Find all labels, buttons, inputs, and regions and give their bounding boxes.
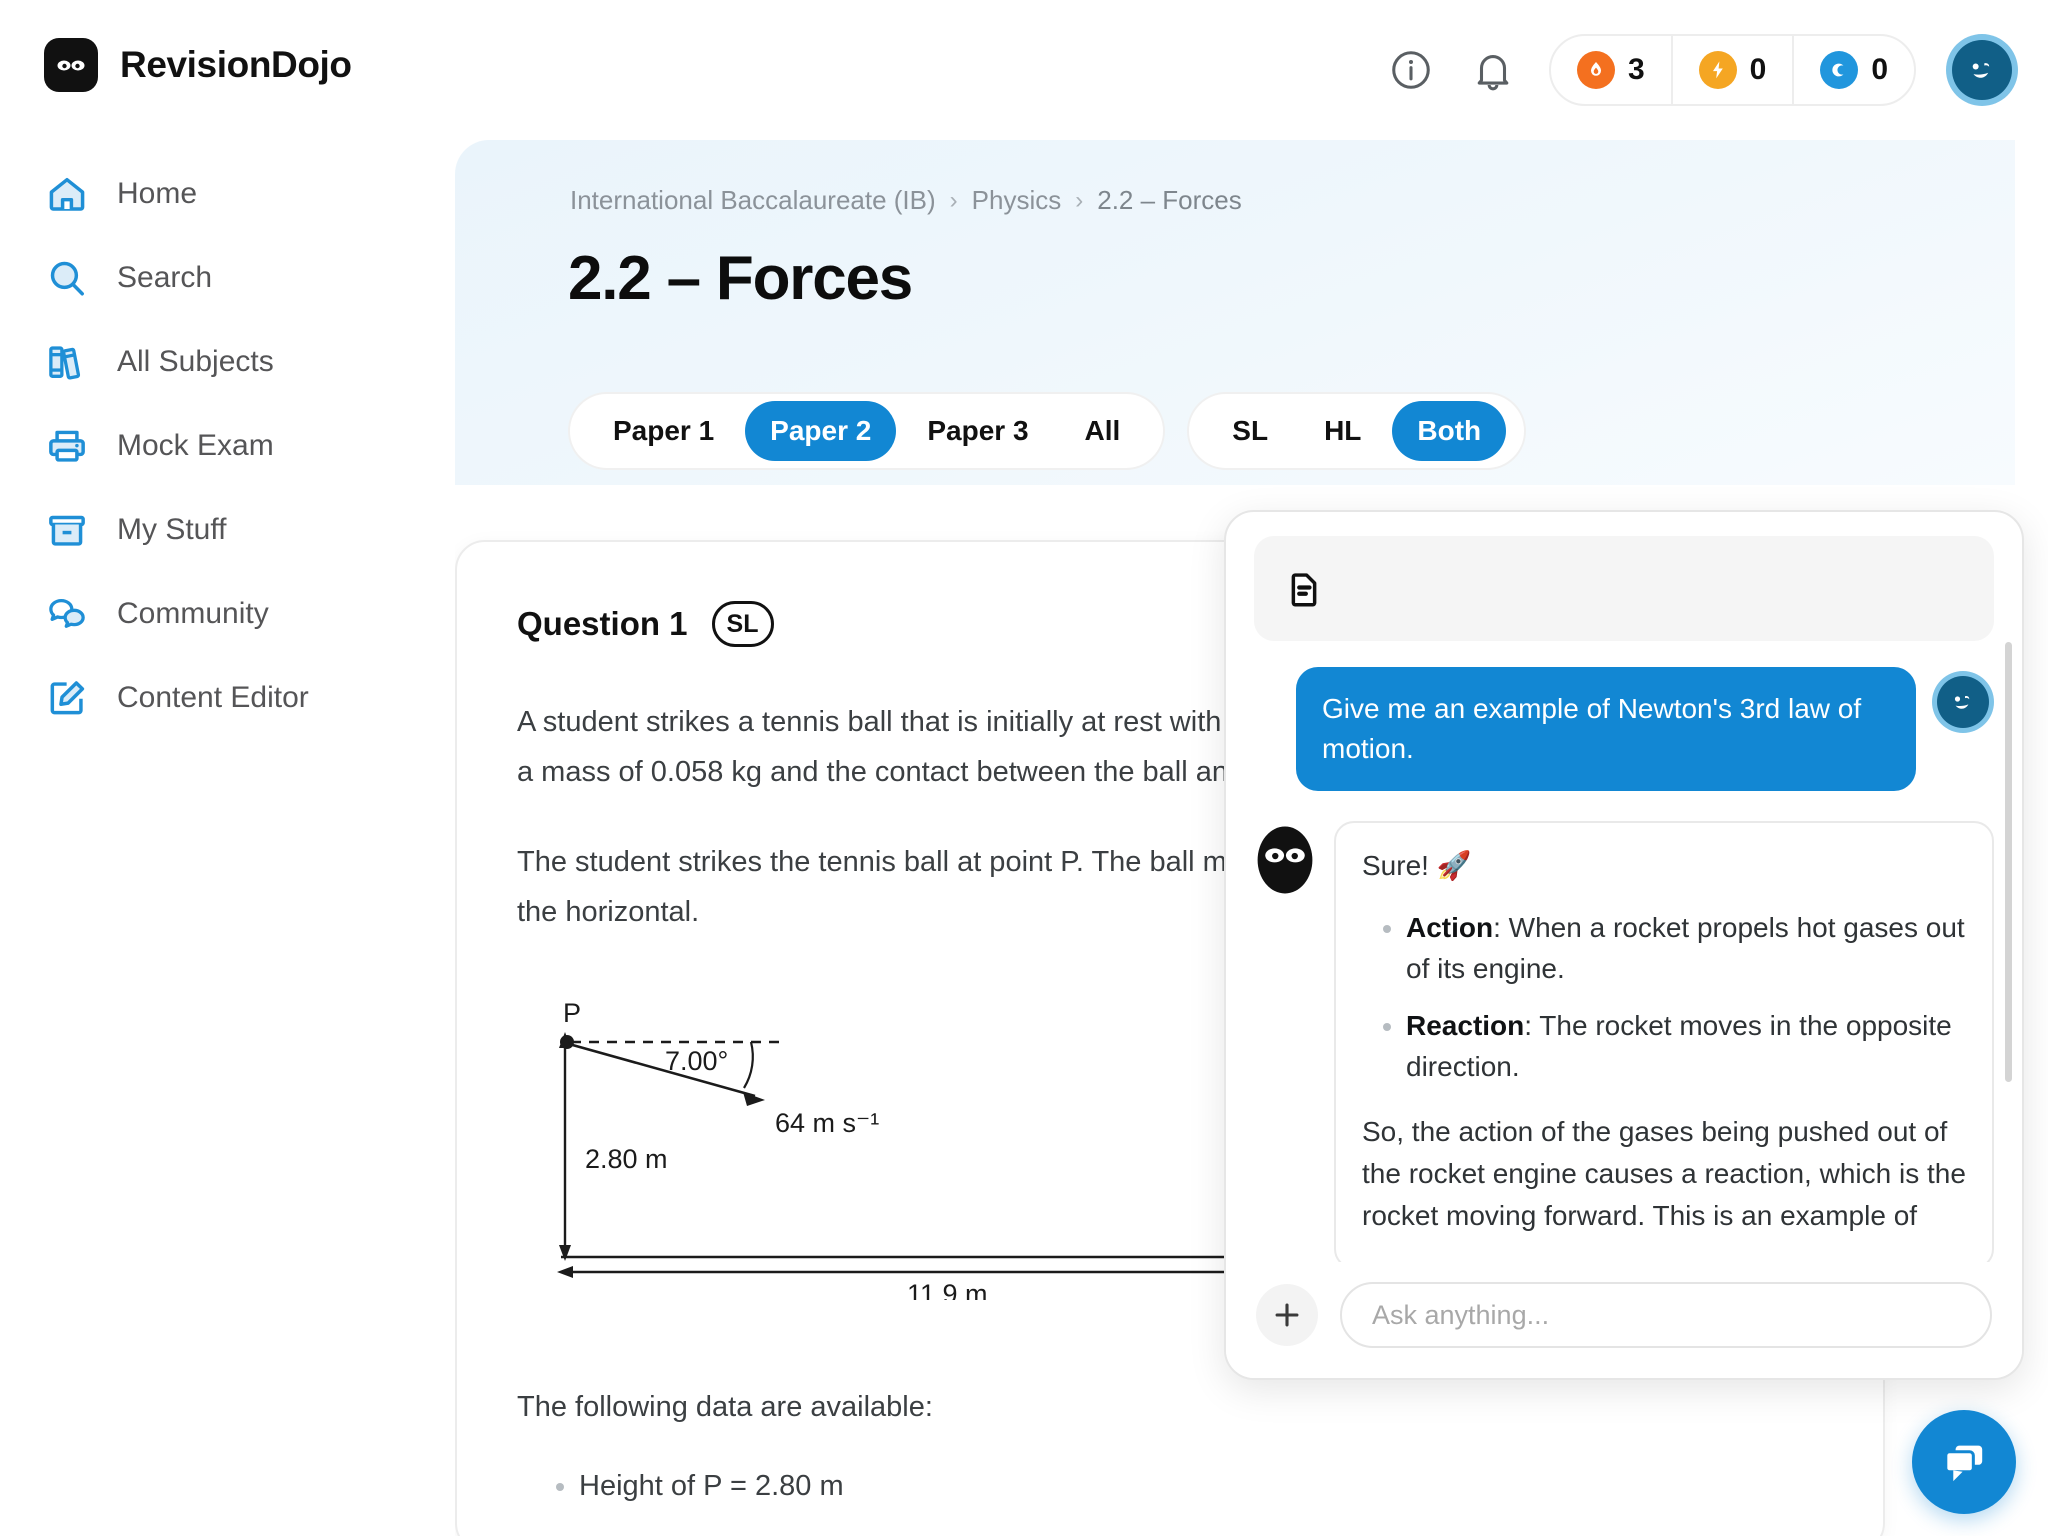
stat-coins[interactable]: 0 (1792, 36, 1914, 104)
sidebar-item-label: All Subjects (117, 345, 274, 378)
filter-level-both[interactable]: Both (1392, 401, 1507, 461)
bullet-term: Reaction (1406, 1009, 1525, 1041)
ninja-bot-icon (1254, 825, 1316, 895)
chat-message-user: Give me an example of Newton's 3rd law o… (1254, 667, 1994, 791)
chat-messages: Give me an example of Newton's 3rd law o… (1226, 512, 2022, 1262)
list-item: Action: When a rocket propels hot gases … (1406, 908, 1966, 990)
bullet-term: Action (1406, 911, 1494, 943)
sidebar-nav: Home Search All Subjects Mock Exam My St… (0, 152, 455, 740)
chat-scrollbar[interactable] (2005, 642, 2012, 1082)
sidebar-item-my-stuff[interactable]: My Stuff (0, 488, 455, 572)
breadcrumb-item-1[interactable]: Physics (972, 185, 1062, 216)
filter-paper-1[interactable]: Paper 1 (588, 401, 739, 461)
diagram-velocity-label: 64 m s⁻¹ (775, 1108, 879, 1138)
stat-value: 0 (1871, 53, 1888, 86)
diagram-angle-label: 7.00° (665, 1046, 728, 1076)
sidebar-item-home[interactable]: Home (0, 152, 455, 236)
paper-filter-group: Paper 1 Paper 2 Paper 3 All (568, 392, 1166, 470)
chevron-right-icon: › (1075, 186, 1084, 214)
sidebar-item-label: Content Editor (117, 681, 309, 714)
diagram-distance-label: 11.9 m (907, 1279, 988, 1300)
chat-assistant-bullets: Action: When a rocket propels hot gases … (1362, 908, 1966, 1088)
lightning-bolt-icon (1698, 51, 1737, 89)
brand-name: RevisionDojo (120, 44, 352, 85)
filter-paper-3[interactable]: Paper 3 (902, 401, 1053, 461)
chat-context-card[interactable] (1254, 536, 1994, 641)
filter-level-sl[interactable]: SL (1207, 401, 1293, 461)
filter-paper-2[interactable]: Paper 2 (745, 401, 897, 461)
ninja-logo-icon (44, 38, 98, 92)
chat-input-bar (1226, 1262, 2022, 1378)
filter-paper-all[interactable]: All (1060, 401, 1146, 461)
chat-assistant-lead: Sure! 🚀 (1362, 849, 1472, 881)
topbar: 3 0 0 (948, 0, 2048, 140)
question-title: Question 1 (517, 605, 688, 642)
chat-assistant-tail: So, the action of the gases being pushed… (1362, 1116, 1966, 1232)
sidebar-item-label: Community (117, 597, 269, 630)
data-list: Height of P = 2.80 m (517, 1462, 1823, 1511)
info-circle-icon[interactable] (1385, 44, 1437, 96)
sidebar-item-label: My Stuff (117, 513, 227, 546)
chat-input[interactable] (1340, 1282, 1992, 1348)
avatar[interactable] (1946, 34, 2018, 106)
sidebar-item-label: Mock Exam (117, 429, 274, 462)
printer-icon (44, 423, 90, 469)
sidebar-item-label: Home (117, 177, 198, 210)
sidebar-item-search[interactable]: Search (0, 236, 455, 320)
page-title: 2.2 – Forces (568, 244, 913, 313)
stat-energy[interactable]: 0 (1670, 36, 1793, 104)
sidebar: RevisionDojo Home Search All Subjects Mo… (0, 0, 455, 1536)
breadcrumb: International Baccalaureate (IB) › Physi… (570, 185, 1242, 216)
breadcrumb-item-2[interactable]: 2.2 – Forces (1097, 185, 1242, 216)
sidebar-item-mock-exam[interactable]: Mock Exam (0, 404, 455, 488)
document-icon (1282, 567, 1326, 611)
chevron-right-icon: › (949, 186, 958, 214)
breadcrumb-item-0[interactable]: International Baccalaureate (IB) (570, 185, 936, 216)
status-badge: SL (711, 601, 774, 647)
filter-bar: Paper 1 Paper 2 Paper 3 All SL HL Both (568, 392, 1527, 470)
list-item: Reaction: The rocket moves in the opposi… (1406, 1006, 1966, 1088)
diagram-point-label: P (563, 1000, 581, 1028)
user-avatar-wink-icon (1952, 40, 2012, 100)
chat-panel: Give me an example of Newton's 3rd law o… (1224, 510, 2024, 1380)
brand[interactable]: RevisionDojo (0, 0, 455, 92)
plus-icon (1270, 1298, 1304, 1332)
chat-bubbles-icon (1936, 1434, 1992, 1490)
stat-value: 0 (1749, 53, 1767, 86)
chat-message-assistant: Sure! 🚀 Action: When a rocket propels ho… (1254, 820, 1994, 1262)
open-chat-fab[interactable] (1912, 1410, 2016, 1514)
diagram-height-label: 2.80 m (585, 1144, 668, 1174)
flame-icon (1576, 51, 1615, 89)
home-icon (44, 171, 90, 217)
level-filter-group: SL HL Both (1187, 392, 1527, 470)
avatar (1932, 671, 1994, 733)
stats-pill: 3 0 0 (1548, 34, 1916, 106)
add-attachment-button[interactable] (1256, 1284, 1318, 1346)
sidebar-item-all-subjects[interactable]: All Subjects (0, 320, 455, 404)
sidebar-item-content-editor[interactable]: Content Editor (0, 656, 455, 740)
data-lead-text: The following data are available: (517, 1390, 933, 1423)
coin-c-icon (1820, 51, 1859, 89)
chat-bubbles-icon (44, 591, 90, 637)
archive-box-icon (44, 507, 90, 553)
hero-header: International Baccalaureate (IB) › Physi… (455, 140, 2015, 485)
pencil-square-icon (44, 675, 90, 721)
sidebar-item-label: Search (117, 261, 213, 294)
sidebar-item-community[interactable]: Community (0, 572, 455, 656)
filter-level-hl[interactable]: HL (1299, 401, 1386, 461)
app-root: RevisionDojo Home Search All Subjects Mo… (0, 0, 2048, 1536)
stat-streak[interactable]: 3 (1551, 36, 1671, 104)
books-icon (44, 339, 90, 385)
stat-value: 3 (1627, 53, 1645, 86)
list-item: Height of P = 2.80 m (579, 1462, 1823, 1511)
search-icon (44, 255, 90, 301)
user-avatar-wink-icon (1937, 676, 1989, 728)
bell-icon[interactable] (1467, 44, 1519, 96)
chat-user-text: Give me an example of Newton's 3rd law o… (1296, 667, 1916, 791)
chat-assistant-bubble: Sure! 🚀 Action: When a rocket propels ho… (1334, 820, 1994, 1262)
